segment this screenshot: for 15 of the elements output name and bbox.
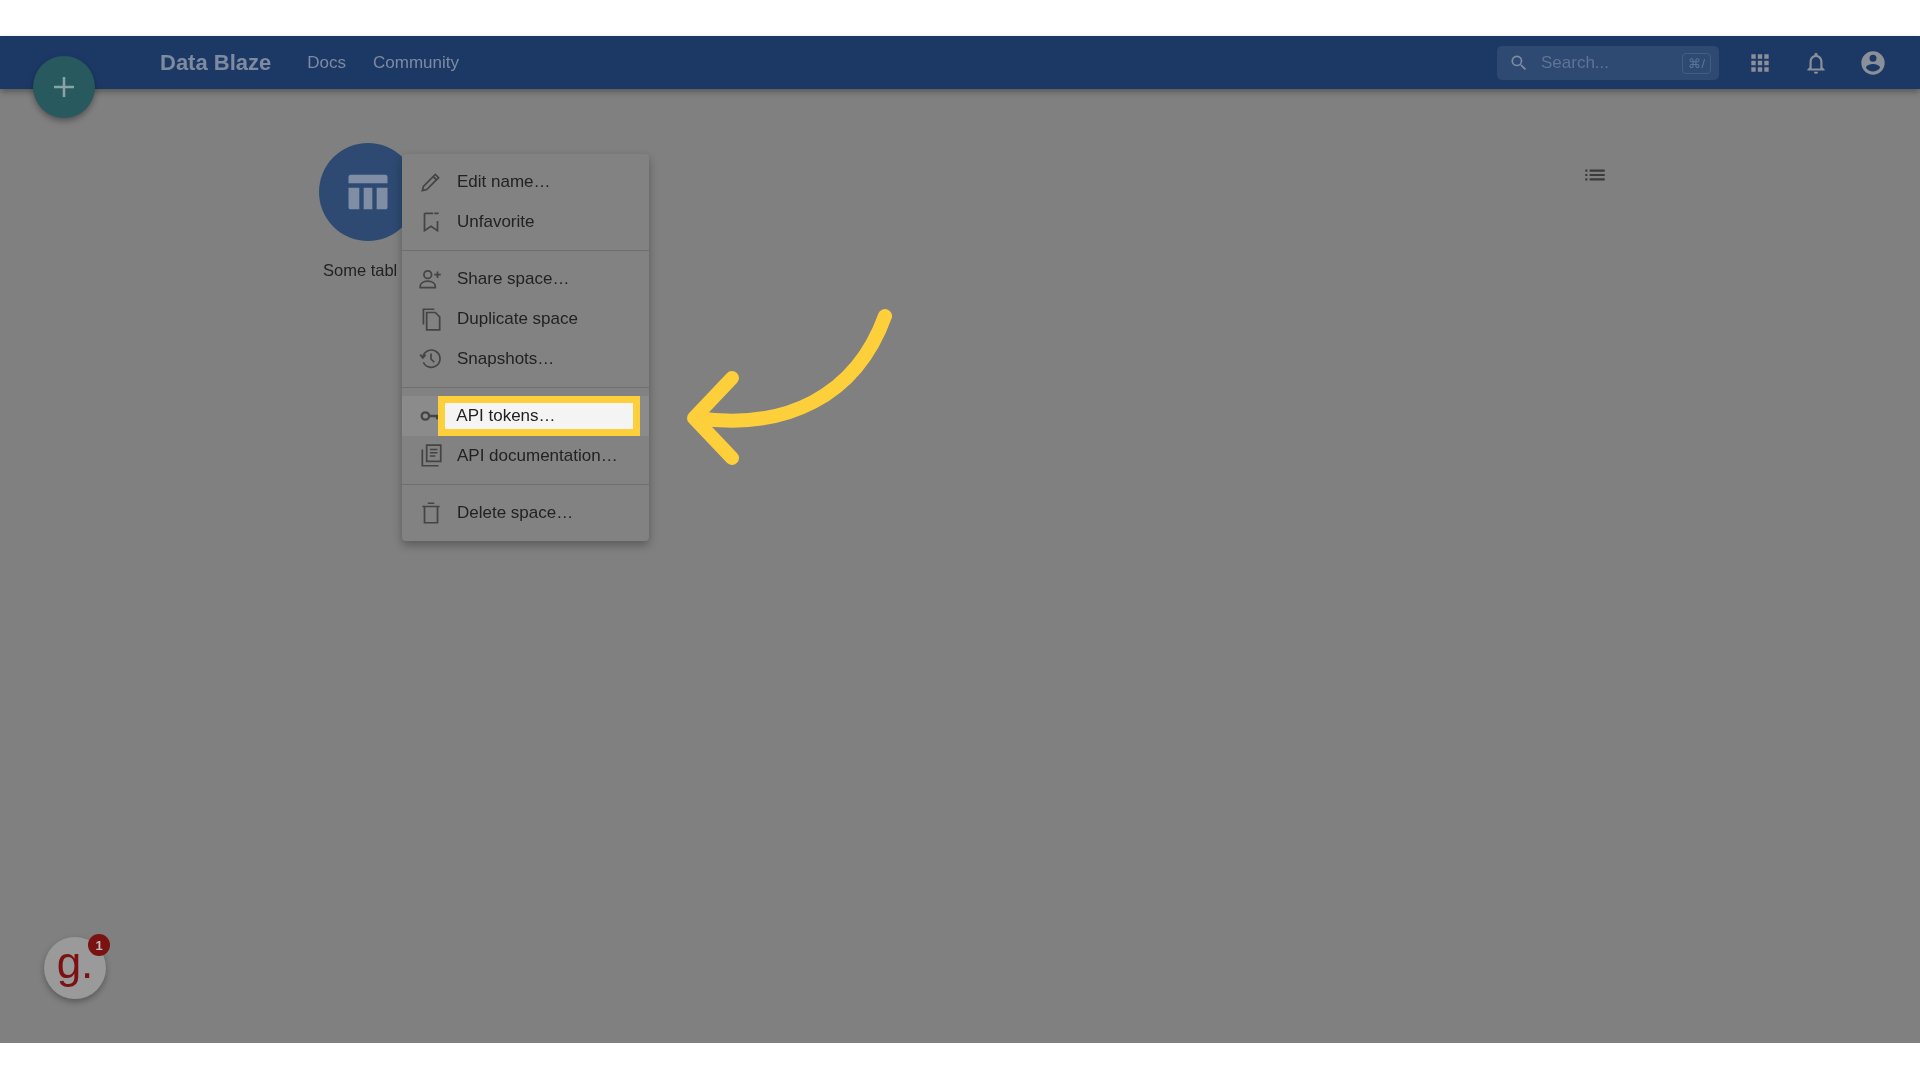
menu-item[interactable]: API documentation… — [402, 436, 649, 476]
account-icon[interactable] — [1859, 48, 1887, 77]
menu-item[interactable]: API tokens… — [402, 396, 649, 436]
documents-icon — [418, 443, 444, 469]
menu-item[interactable]: Unfavorite — [402, 202, 649, 242]
menu-item[interactable]: Duplicate space — [402, 299, 649, 339]
nav-link[interactable]: Community — [373, 52, 459, 73]
menu-item[interactable]: Share space… — [402, 259, 649, 299]
nav-link[interactable]: Docs — [307, 52, 346, 73]
menu-item[interactable]: Delete space… — [402, 493, 649, 533]
menu-item[interactable]: Edit name… — [402, 162, 649, 202]
space-name[interactable]: Some tabl — [323, 261, 398, 280]
shortcut-hint: ⌘/ — [1682, 52, 1711, 74]
app-title[interactable]: Data Blaze — [160, 49, 272, 76]
menu-item[interactable]: Snapshots… — [402, 339, 649, 379]
